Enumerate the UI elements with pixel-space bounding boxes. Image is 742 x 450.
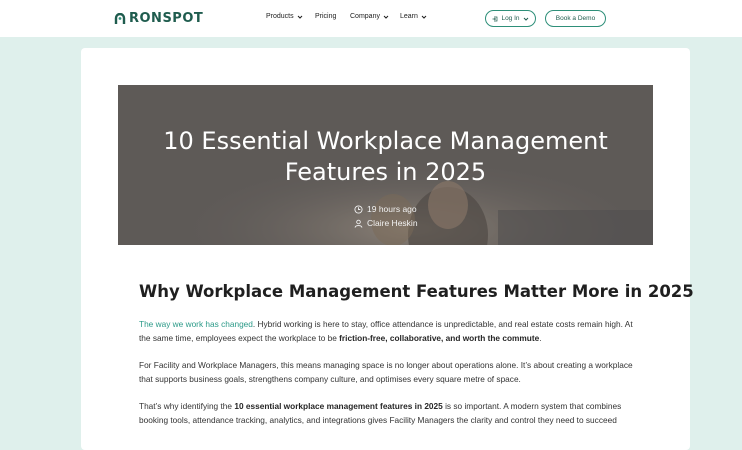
section-heading: Why Workplace Management Features Matter… [139, 282, 694, 301]
p3-bold: 10 essential workplace management featur… [234, 401, 443, 411]
way-we-work-link[interactable]: The way we work has changed [139, 319, 253, 329]
article-paragraph-2: For Facility and Workplace Managers, thi… [139, 360, 633, 384]
site-header: RONSPOT Products Pricing Company Learn L… [0, 0, 742, 37]
logo-text: RONSPOT [129, 11, 204, 26]
book-demo-button[interactable]: Book a Demo [545, 10, 606, 27]
page-title-line2: Features in 2025 [284, 158, 487, 186]
post-author: Claire Heskin [354, 216, 418, 230]
nav-learn-label: Learn [400, 13, 418, 20]
login-icon [492, 16, 498, 21]
nav-learn[interactable]: Learn [400, 13, 427, 20]
chevron-down-icon [523, 17, 528, 21]
login-button[interactable]: Log In [485, 10, 536, 27]
logo[interactable]: RONSPOT [114, 11, 203, 26]
book-demo-label: Book a Demo [555, 15, 596, 22]
post-author-text: Claire Heskin [367, 218, 418, 228]
nav-products-label: Products [266, 13, 294, 20]
page-title: 10 Essential Workplace Management Featur… [118, 126, 653, 188]
post-meta: 19 hours ago Claire Heskin [354, 202, 418, 230]
user-icon [354, 219, 363, 228]
nav-products[interactable]: Products [266, 13, 303, 20]
p1-text-b: . [539, 332, 542, 343]
nav-company-label: Company [350, 13, 380, 20]
chevron-down-icon [383, 15, 389, 19]
hero-banner: 10 Essential Workplace Management Featur… [118, 85, 653, 245]
nav-pricing[interactable]: Pricing [315, 13, 336, 20]
nav-company[interactable]: Company [350, 13, 389, 20]
post-time-text: 19 hours ago [367, 204, 417, 214]
logo-mark-icon [114, 12, 126, 24]
p1-bold: friction-free, collaborative, and worth … [339, 332, 540, 343]
login-label: Log In [501, 15, 520, 22]
article-paragraph-1: The way we work has changed. Hybrid work… [139, 318, 634, 345]
chevron-down-icon [297, 15, 302, 19]
p3-text-a: That’s why identifying the [139, 401, 235, 411]
clock-icon [354, 204, 363, 214]
nav-pricing-label: Pricing [315, 13, 337, 20]
chevron-down-icon [421, 15, 427, 19]
post-time: 19 hours ago [354, 202, 418, 216]
article-paragraph-3: That’s why identifying the 10 essential … [139, 400, 634, 427]
page-title-line1: 10 Essential Workplace Management [163, 127, 608, 155]
